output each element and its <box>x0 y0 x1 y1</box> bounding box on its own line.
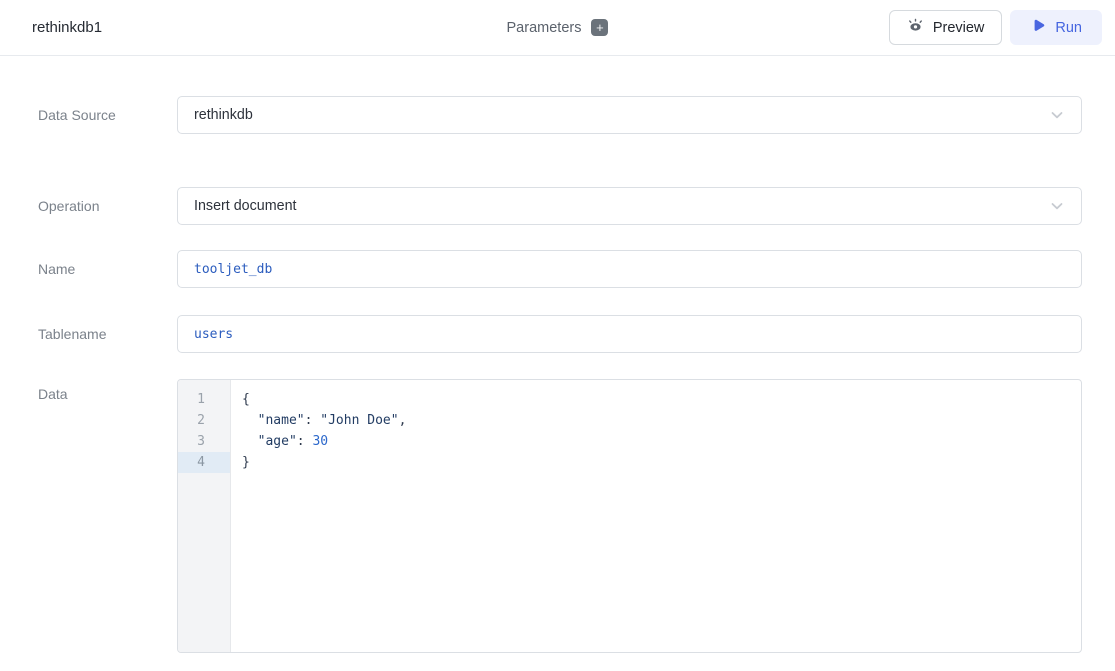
operation-label: Operation <box>38 198 177 214</box>
code-token-punct: : <box>297 434 313 449</box>
name-label: Name <box>38 261 177 277</box>
data-label: Data <box>38 379 177 402</box>
tablename-input-value: users <box>194 327 233 342</box>
code-token-number: 30 <box>312 434 328 449</box>
query-editor-header: rethinkdb1 Parameters + Preview Ru <box>0 0 1115 56</box>
chevron-down-icon <box>1049 107 1065 123</box>
header-actions: Preview Run <box>889 10 1102 45</box>
line-number: 3 <box>178 431 230 452</box>
chevron-down-icon <box>1049 198 1065 214</box>
data-code-editor[interactable]: 1234 { "name": "John Doe", "age": 30} <box>177 379 1082 653</box>
line-number: 1 <box>178 389 230 410</box>
parameters-section: Parameters + <box>478 19 638 36</box>
code-token-plain <box>242 434 258 449</box>
code-token-punct: } <box>242 455 250 470</box>
editor-gutter: 1234 <box>178 380 231 652</box>
data-source-value: rethinkdb <box>194 107 253 123</box>
name-input-value: tooljet_db <box>194 262 272 277</box>
code-token-string: "name" <box>258 413 305 428</box>
code-token-punct: : <box>305 413 321 428</box>
data-source-row: Data Source rethinkdb <box>38 96 1082 134</box>
code-token-punct: { <box>242 392 250 407</box>
code-token-punct: , <box>399 413 407 428</box>
name-row: Name tooljet_db <box>38 250 1082 288</box>
tablename-label: Tablename <box>38 326 177 342</box>
tablename-row: Tablename users <box>38 315 1082 353</box>
operation-value: Insert document <box>194 198 297 214</box>
eye-icon <box>907 17 924 38</box>
parameters-label: Parameters <box>507 20 582 36</box>
line-number: 4 <box>178 452 230 473</box>
code-token-string: "John Doe" <box>320 413 398 428</box>
preview-button-label: Preview <box>933 20 985 36</box>
play-icon <box>1030 18 1046 38</box>
data-source-label: Data Source <box>38 107 177 123</box>
query-title: rethinkdb1 <box>32 19 102 36</box>
data-source-select[interactable]: rethinkdb <box>177 96 1082 134</box>
data-row: Data 1234 { "name": "John Doe", "age": 3… <box>38 379 1082 653</box>
name-input[interactable]: tooljet_db <box>177 250 1082 288</box>
editor-code: { "name": "John Doe", "age": 30} <box>231 380 1081 652</box>
preview-button[interactable]: Preview <box>889 10 1003 45</box>
code-token-string: "age" <box>258 434 297 449</box>
tablename-input[interactable]: users <box>177 315 1082 353</box>
line-number: 2 <box>178 410 230 431</box>
operation-row: Operation Insert document <box>38 187 1082 225</box>
run-button[interactable]: Run <box>1010 10 1102 45</box>
operation-select[interactable]: Insert document <box>177 187 1082 225</box>
run-button-label: Run <box>1055 20 1082 36</box>
code-line: "age": 30 <box>242 431 1081 452</box>
code-line: } <box>242 452 1081 473</box>
code-line: { <box>242 389 1081 410</box>
add-parameter-button[interactable]: + <box>591 19 608 36</box>
code-line: "name": "John Doe", <box>242 410 1081 431</box>
plus-icon: + <box>596 20 604 35</box>
code-token-plain <box>242 413 258 428</box>
